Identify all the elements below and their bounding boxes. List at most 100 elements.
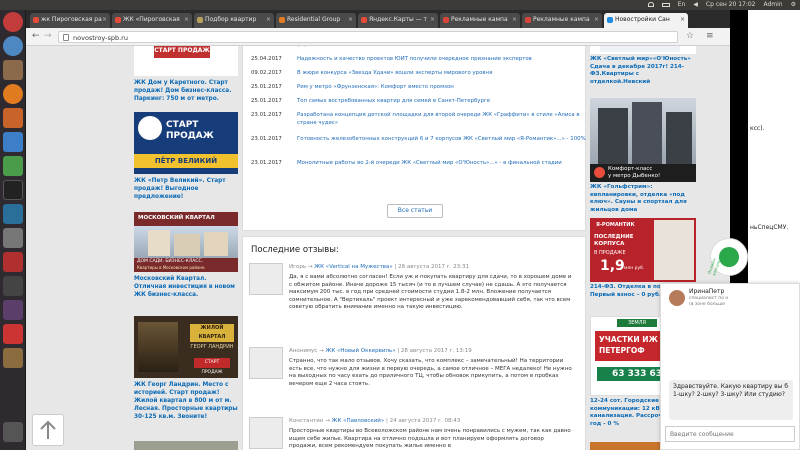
chromium-icon[interactable] — [3, 36, 23, 56]
ad-title[interactable]: ЖК Дом у Каретного. Старт продаж! Дом би… — [134, 79, 238, 103]
close-icon[interactable]: × — [430, 16, 435, 23]
left-ad-4[interactable]: ЖИЛОЙ КВАРТАЛ ГЕОРГ ЛАНДРИН СТАРТ ПРОДАЖ… — [134, 316, 238, 421]
impress-icon[interactable] — [3, 108, 23, 128]
close-icon[interactable]: × — [512, 16, 517, 23]
left-ad-3[interactable]: МОСКОВСКИЙ КВАРТАЛ ДОМ САДИ. БИЗНЕС-КЛАС… — [134, 212, 238, 299]
review-complex-link[interactable]: ЖК «Vertical на Мужества» — [314, 264, 393, 270]
ad-title[interactable]: Московский Квартал. Отличная инвестиция … — [134, 275, 238, 299]
star-icon[interactable]: ☆ — [686, 31, 694, 41]
files-icon[interactable] — [3, 60, 23, 80]
tab-6[interactable]: Рекламные кампа × — [440, 13, 520, 28]
right-ad-1[interactable]: ЖК «Светлый мир»«О'Юность» Сдача в декаб… — [590, 46, 698, 86]
slack-icon[interactable] — [3, 300, 23, 320]
keyboard-icon[interactable]: En — [678, 1, 686, 8]
ad-image[interactable]: СТАРТ ПРОДАЖ ПЁТР ВЕЛИКИЙ — [134, 112, 238, 174]
left-ad-1[interactable]: СТАРТ ПРОДАЖ ЖК Дом у Каретного. Старт п… — [134, 46, 238, 103]
ad-banner-text: В ПРОДАЖЕ — [594, 250, 626, 256]
ad-price-unit: млн руб. — [624, 266, 645, 271]
favicon-icon — [607, 17, 613, 23]
close-icon[interactable]: × — [184, 16, 189, 23]
ad-image[interactable] — [590, 46, 696, 54]
news-link[interactable]: (...) — [297, 46, 587, 49]
tab-8[interactable]: Новостройки Сан × — [604, 13, 688, 28]
writer-icon[interactable] — [3, 132, 23, 152]
tab-7[interactable]: Рекламные кампа × — [522, 13, 602, 28]
tab-2[interactable]: ЖК «Пироговская × — [112, 13, 192, 28]
forward-icon[interactable]: → — [44, 31, 52, 41]
right-ad-2[interactable]: Комфорт-класс у метро Дыбенко! ЖК «Гольфс… — [590, 98, 698, 214]
ad-image[interactable]: ЖИЛОЙ КВАРТАЛ ГЕОРГ ЛАНДРИН СТАРТ ПРОДАЖ — [134, 316, 238, 378]
left-ad-2[interactable]: СТАРТ ПРОДАЖ ПЁТР ВЕЛИКИЙ ЖК «Петр Велик… — [134, 112, 238, 201]
tool-icon[interactable] — [3, 252, 23, 272]
ad-title[interactable]: ЖК «Гольфстрим»: евпланировки, отделка «… — [590, 184, 698, 214]
review-complex-link[interactable]: ЖК «Павловский» — [332, 418, 385, 424]
battery-icon[interactable] — [661, 2, 670, 7]
building-image — [632, 102, 662, 164]
ad-title[interactable]: ЖК Георг Ландрин. Место с историей. Стар… — [134, 381, 238, 421]
close-icon[interactable]: × — [102, 16, 107, 23]
ubuntu-icon[interactable] — [3, 12, 23, 32]
building-image — [654, 220, 694, 280]
tab-3[interactable]: Подбор квартир × — [194, 13, 274, 28]
close-icon[interactable]: × — [594, 16, 599, 23]
settings-icon[interactable] — [3, 228, 23, 248]
news-link[interactable]: Монолитные работы во 2-й очереди ЖК «Све… — [297, 159, 587, 167]
ad-price: 1,9 — [600, 258, 625, 274]
news-link[interactable]: Рим у метро «Фрунзенская»: Комфорт вмест… — [297, 83, 587, 91]
review-date: | 28 августа 2017 г. 13:19 — [397, 348, 472, 354]
ad-image[interactable]: МОСКОВСКИЙ КВАРТАЛ ДОМ САДИ. БИЗНЕС-КЛАС… — [134, 212, 238, 272]
close-icon[interactable]: × — [266, 16, 271, 23]
news-link[interactable]: Разработана концепция детской площадки д… — [297, 111, 587, 127]
gear-icon[interactable]: ⚙ — [791, 1, 796, 8]
review-meta: Константин → ЖК «Павловский» | 24 август… — [289, 418, 460, 424]
review-author: Анонимус — [289, 348, 318, 354]
firefox-icon[interactable] — [3, 84, 23, 104]
news-link[interactable]: Топ самых востребованных квартир для сем… — [297, 97, 587, 105]
app-icon[interactable] — [3, 276, 23, 296]
review-complex-link[interactable]: ЖК «Новый Оккервиль» — [325, 348, 395, 354]
calc-icon[interactable] — [3, 156, 23, 176]
user-name[interactable]: Admin — [763, 1, 782, 8]
system-clock[interactable]: Ср сен 20 17:02 — [706, 1, 756, 8]
next-ad-image[interactable] — [134, 441, 238, 450]
building-image — [174, 234, 200, 256]
news-link[interactable]: Готовность железобетонных конструкций 6 … — [297, 135, 587, 143]
url-input[interactable]: novostroy-spb.ru — [58, 31, 678, 43]
chat-input[interactable] — [665, 426, 795, 442]
news-link[interactable]: В жюри конкурса «Звезда Удачи» вошли экс… — [297, 69, 587, 77]
review-text: Да, я с вами абсолютно согласен! Если уж… — [289, 274, 572, 311]
ad-banner-text: ПЁТР ВЕЛИКИЙ — [134, 154, 238, 168]
ad-title[interactable]: ЖК «Петр Великий». Старт продаж! Выгодно… — [134, 177, 238, 201]
all-articles-button[interactable]: Все статьи — [387, 204, 443, 218]
news-date: 25.04.2017 — [251, 56, 282, 62]
ad-banner-text: ДОМ САДИ. БИЗНЕС-КЛАСС. — [137, 259, 204, 264]
menu-icon[interactable]: ≡ — [706, 31, 714, 41]
monitor-icon[interactable] — [3, 204, 23, 224]
close-icon[interactable]: × — [680, 16, 685, 23]
archive-icon[interactable] — [3, 348, 23, 368]
terminal-icon[interactable] — [3, 180, 23, 200]
ad-title[interactable]: ЖК «Светлый мир»«О'Юность» Сдача в декаб… — [590, 56, 698, 86]
back-icon[interactable]: ← — [32, 31, 40, 41]
close-icon[interactable]: × — [348, 16, 353, 23]
news-panel: (...) 25.04.2017 Надежность и качество про… — [242, 46, 586, 231]
address-bar-row: ← → novostroy-spb.ru ☆ ≡ — [26, 28, 730, 46]
volume-icon[interactable]: ◀ — [693, 1, 698, 8]
review-text: Странно, что так мало отзывов. Хочу сказ… — [289, 358, 572, 387]
pdf-icon[interactable] — [3, 324, 23, 344]
tab-1[interactable]: жк Пироговская ра × — [30, 13, 110, 28]
ad-image[interactable]: Комфорт-класс у метро Дыбенко! — [590, 98, 696, 182]
ad-image[interactable]: Я-РОМАНТИК ПОСЛЕДНИЕ КОРПУСА В ПРОДАЖЕ 1… — [590, 218, 696, 282]
tab-4[interactable]: Residential Group × — [276, 13, 356, 28]
news-link[interactable]: Надежность и качество проектов ЮИТ получ… — [297, 55, 587, 63]
ad-banner-text: ЖИЛОЙ КВАРТАЛ — [190, 324, 234, 342]
favicon-icon — [115, 17, 121, 23]
review-author: Константин — [289, 418, 324, 424]
ad-image[interactable]: СТАРТ ПРОДАЖ — [134, 46, 238, 76]
tab-5[interactable]: Яндекс.Карты — т × — [358, 13, 438, 28]
trash-icon[interactable] — [3, 422, 23, 442]
review-meta: Анонимус → ЖК «Новый Оккервиль» | 28 авг… — [289, 348, 472, 354]
scroll-top-button[interactable] — [32, 414, 64, 446]
wifi-icon[interactable] — [647, 2, 654, 7]
news-date: 23.01.2017 — [251, 160, 282, 166]
